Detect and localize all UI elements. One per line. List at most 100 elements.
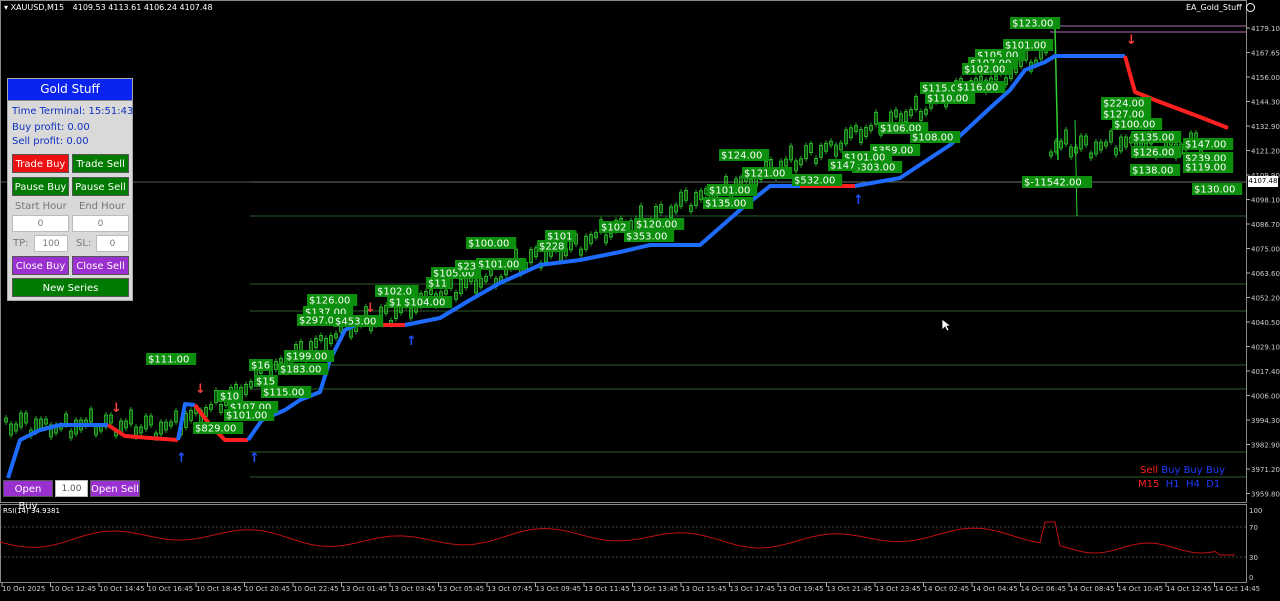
svg-text:$121.00: $121.00 <box>744 169 785 180</box>
svg-text:$15: $15 <box>256 377 275 388</box>
svg-text:$102.0: $102.0 <box>377 287 412 298</box>
profit-label: $126.00 <box>307 294 358 307</box>
open-buy-button[interactable]: Open Buy <box>3 480 53 512</box>
profit-label: $829.00 <box>193 422 244 435</box>
svg-text:$100.00: $100.00 <box>1114 120 1155 131</box>
profit-label: $10 <box>218 390 242 403</box>
close-sell-button[interactable]: Close Sell <box>72 256 129 275</box>
time-tick-label: 14 Oct 06:45 <box>1021 585 1067 593</box>
profit-label: $130.00 <box>1192 183 1243 196</box>
price-tick-label: 4156.00 <box>1251 74 1280 82</box>
price-tick-label: 3982.90 <box>1251 442 1280 450</box>
svg-text:$224.00: $224.00 <box>1103 99 1144 110</box>
profit-label: $228 <box>537 240 568 253</box>
profit-label: $116.00 <box>955 81 1006 94</box>
price-tick-label: 4006.00 <box>1251 393 1280 401</box>
profit-label: $124.00 <box>719 149 770 162</box>
signal-h4: Buy <box>1183 465 1203 476</box>
profit-label: $224.00 <box>1101 97 1152 110</box>
profit-label: $102.00 <box>962 63 1013 76</box>
profit-label: $453.00 <box>333 315 384 328</box>
rsi-tick-label: 0 <box>1249 574 1253 582</box>
price-tick-label: 4132.90 <box>1251 123 1280 131</box>
sell-profit: Sell profit: 0.00 <box>12 136 89 147</box>
tp-input[interactable]: 100 <box>34 235 68 252</box>
svg-text:$101.00: $101.00 <box>709 186 750 197</box>
trend-signals: Sell Buy Buy Buy <box>1140 465 1225 476</box>
price-tick-label: 3959.80 <box>1251 491 1280 499</box>
profit-label: $102 <box>599 221 630 234</box>
svg-text:$101.00: $101.00 <box>478 260 519 271</box>
svg-text:$100.00: $100.00 <box>468 239 509 250</box>
profit-label: $353.00 <box>624 230 675 243</box>
current-price-marker: 4107.48 <box>1248 176 1278 187</box>
price-tick-label: 4017.40 <box>1251 368 1280 376</box>
buy-arrow-icon: ↑ <box>249 451 260 466</box>
pause-sell-button[interactable]: Pause Sell <box>72 177 129 196</box>
time-tick-label: 13 Oct 13:45 <box>633 585 679 593</box>
end-hour-label: End Hour <box>79 201 126 212</box>
profit-label: $119.00 <box>1183 161 1234 174</box>
time-tick-label: 10 Oct 14:45 <box>99 585 145 593</box>
sell-arrow-icon: ↓ <box>365 301 376 316</box>
gold-stuff-panel: Gold Stuff Time Terminal: 15:51:43 Buy p… <box>7 78 133 301</box>
price-tick-label: 3994.30 <box>1251 417 1280 425</box>
start-hour-label: Start Hour <box>15 201 67 212</box>
end-hour-input[interactable]: 0 <box>72 215 129 232</box>
svg-text:$102: $102 <box>601 223 626 234</box>
profit-label: $102.0 <box>375 285 419 298</box>
price-tick-label: 4052.20 <box>1251 295 1280 303</box>
trade-buy-button[interactable]: Trade Buy <box>12 154 69 173</box>
pause-buy-button[interactable]: Pause Buy <box>12 177 69 196</box>
price-tick-label: 4040.50 <box>1251 319 1280 327</box>
tf-m15: M15 <box>1138 479 1160 490</box>
svg-text:$10: $10 <box>220 392 239 403</box>
lot-size-input[interactable]: 1.00 <box>55 480 88 497</box>
svg-text:$126.00: $126.00 <box>309 296 350 307</box>
time-tick-label: 13 Oct 03:45 <box>390 585 436 593</box>
price-tick-label: 4144.30 <box>1251 99 1280 107</box>
start-hour-input[interactable]: 0 <box>12 215 69 232</box>
svg-text:$104.00: $104.00 <box>404 298 445 309</box>
ea-name: EA_Gold_Stuff <box>1186 3 1242 12</box>
tp-label: TP: <box>13 238 29 249</box>
price-tick-label: 4075.00 <box>1251 246 1280 254</box>
profit-label: $101.00 <box>476 258 527 271</box>
price-tick-label: 4167.65 <box>1251 50 1280 58</box>
profit-label: $121.00 <box>742 167 793 180</box>
open-sell-button[interactable]: Open Sell <box>90 480 140 497</box>
profit-label: $135.00 <box>1131 131 1182 144</box>
time-tick-label: 13 Oct 01:45 <box>342 585 388 593</box>
svg-text:$532.00: $532.00 <box>794 176 835 187</box>
price-tick-label: 4121.20 <box>1251 148 1280 156</box>
rsi-tick-label: 70 <box>1249 524 1258 532</box>
svg-text:$829.00: $829.00 <box>195 424 236 435</box>
signal-m15: Sell <box>1140 465 1159 476</box>
sl-input[interactable]: 0 <box>96 235 129 252</box>
svg-text:$111.00: $111.00 <box>148 355 189 366</box>
svg-text:$101.00: $101.00 <box>226 411 267 422</box>
svg-text:$183.00: $183.00 <box>280 365 321 376</box>
panel-title[interactable]: Gold Stuff <box>8 79 132 101</box>
profit-label: $147.00 <box>1183 138 1234 151</box>
svg-text:$135.00: $135.00 <box>705 199 746 210</box>
tf-h1: H1 <box>1165 479 1180 490</box>
price-chart[interactable]: $123.00$101.00$105.00$107.00$102.00$115.… <box>0 0 1280 601</box>
smiley-icon[interactable] <box>1246 3 1256 12</box>
time-tick-label: 13 Oct 19:45 <box>778 585 824 593</box>
profit-label: $15 <box>254 375 278 388</box>
profit-label: $532.00 <box>792 174 843 187</box>
new-series-button[interactable]: New Series <box>12 278 129 297</box>
svg-text:$199.00: $199.00 <box>286 352 327 363</box>
profit-label: $199.00 <box>284 350 335 363</box>
trade-sell-button[interactable]: Trade Sell <box>72 154 129 173</box>
close-buy-button[interactable]: Close Buy <box>12 256 69 275</box>
svg-text:$453.00: $453.00 <box>335 317 376 328</box>
rsi-tick-label: 30 <box>1249 554 1258 562</box>
time-tick-label: 14 Oct 08:45 <box>1069 585 1115 593</box>
svg-text:$135.00: $135.00 <box>1133 133 1174 144</box>
svg-text:$138.00: $138.00 <box>1132 166 1173 177</box>
rsi-label: RSI(14) 34.9381 <box>3 507 60 515</box>
svg-text:$16: $16 <box>251 361 270 372</box>
svg-text:$23: $23 <box>457 262 476 273</box>
